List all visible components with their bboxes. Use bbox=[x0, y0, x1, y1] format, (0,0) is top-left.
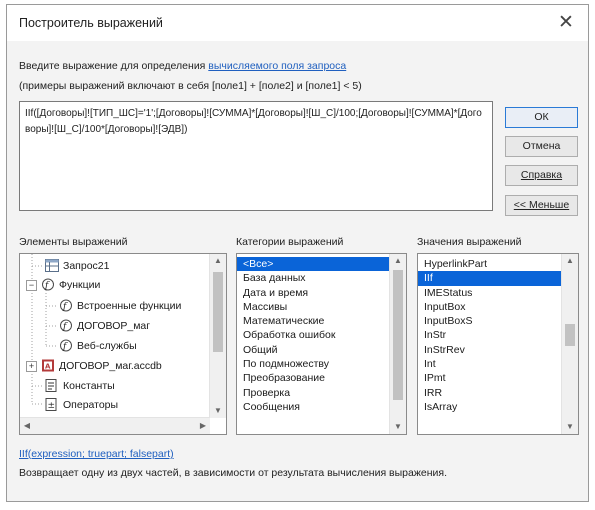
elements-vertical-scrollbar[interactable]: ▲ ▼ bbox=[209, 254, 226, 418]
scroll-thumb[interactable] bbox=[393, 270, 403, 400]
elements-label: Элементы выражений bbox=[19, 236, 128, 248]
category-item[interactable]: Массивы bbox=[237, 300, 406, 314]
scroll-right-icon[interactable]: ▶ bbox=[196, 418, 210, 434]
tree-item-label: Веб-службы bbox=[77, 340, 137, 352]
scroll-thumb[interactable] bbox=[565, 324, 575, 346]
title-bar: Построитель выражений ✕ bbox=[7, 5, 588, 41]
scroll-up-icon[interactable]: ▲ bbox=[562, 254, 578, 268]
function-icon: f bbox=[60, 339, 72, 352]
tree-item-database[interactable]: + A ДОГОВОР_маг.accdb bbox=[20, 358, 212, 374]
value-item[interactable]: InStr bbox=[418, 328, 578, 342]
value-item[interactable]: HyperlinkPart bbox=[418, 257, 578, 271]
values-list[interactable]: HyperlinkPart IIf IMEStatus InputBox Inp… bbox=[417, 253, 579, 435]
database-icon: A bbox=[42, 359, 54, 372]
category-item[interactable]: Преобразование bbox=[237, 371, 406, 385]
ok-button[interactable]: ОК bbox=[505, 107, 578, 128]
tree-item-dogovor-functions[interactable]: f ДОГОВОР_маг bbox=[20, 318, 212, 334]
scroll-up-icon[interactable]: ▲ bbox=[210, 254, 226, 268]
scroll-down-icon[interactable]: ▼ bbox=[210, 404, 226, 418]
tree-item-label: Запрос21 bbox=[63, 260, 110, 272]
elements-horizontal-scrollbar[interactable]: ◀ ▶ bbox=[20, 417, 210, 434]
instruction-line-1: Введите выражение для определения вычисл… bbox=[19, 60, 346, 72]
value-item[interactable]: InStrRev bbox=[418, 343, 578, 357]
expression-builder-dialog: Построитель выражений ✕ Введите выражени… bbox=[6, 4, 589, 502]
function-icon: f bbox=[60, 299, 72, 312]
tree-item-label: Встроенные функции bbox=[77, 300, 182, 312]
category-item[interactable]: База данных bbox=[237, 271, 406, 285]
values-label: Значения выражений bbox=[417, 236, 522, 248]
tree-item-operators[interactable]: ± Операторы bbox=[20, 397, 210, 413]
tree-item-web-services[interactable]: f Веб-службы bbox=[20, 338, 212, 354]
scroll-up-icon[interactable]: ▲ bbox=[390, 254, 406, 268]
tree-item-label: Константы bbox=[63, 380, 115, 392]
categories-vertical-scrollbar[interactable]: ▲ ▼ bbox=[389, 254, 406, 434]
category-item[interactable]: Общий bbox=[237, 343, 406, 357]
svg-text:±: ± bbox=[48, 401, 56, 411]
value-item[interactable]: IsArray bbox=[418, 400, 578, 414]
tree-item-functions[interactable]: − f Функции bbox=[20, 277, 210, 293]
tree-item-builtin-functions[interactable]: f Встроенные функции bbox=[20, 298, 212, 314]
function-signature-link[interactable]: IIf(expression; truepart; falsepart) bbox=[19, 448, 174, 460]
tree-item-label: ДОГОВОР_маг.accdb bbox=[59, 360, 162, 372]
function-icon: f bbox=[60, 319, 72, 332]
value-item[interactable]: IMEStatus bbox=[418, 286, 578, 300]
values-vertical-scrollbar[interactable]: ▲ ▼ bbox=[561, 254, 578, 434]
help-button[interactable]: Справка bbox=[505, 165, 578, 186]
calculated-field-link[interactable]: вычисляемого поля запроса bbox=[208, 60, 346, 72]
category-item[interactable]: Сообщения bbox=[237, 400, 406, 414]
category-item[interactable]: Математические bbox=[237, 314, 406, 328]
operators-icon: ± bbox=[45, 398, 57, 411]
value-item[interactable]: IIf bbox=[418, 271, 578, 286]
constants-icon bbox=[45, 379, 57, 392]
category-item[interactable]: По подмножеству bbox=[237, 357, 406, 371]
help-button-label: Справка bbox=[520, 169, 563, 181]
scroll-left-icon[interactable]: ◀ bbox=[20, 418, 34, 434]
functions-icon: f bbox=[42, 278, 54, 291]
instruction-line-2: (примеры выражений включают в себя [поле… bbox=[19, 80, 362, 92]
value-item[interactable]: IPmt bbox=[418, 371, 578, 385]
tree-item-label: Функции bbox=[59, 279, 101, 291]
tree-item-label: Операторы bbox=[63, 399, 119, 411]
tree-item-constants[interactable]: Константы bbox=[20, 378, 210, 394]
scroll-down-icon[interactable]: ▼ bbox=[562, 420, 578, 434]
categories-list[interactable]: <Все> База данных Дата и время Массивы М… bbox=[236, 253, 407, 435]
category-item[interactable]: Дата и время bbox=[237, 286, 406, 300]
less-button-label: << Меньше bbox=[513, 199, 570, 211]
instruction-text: Введите выражение для определения bbox=[19, 60, 209, 72]
tree-item-query[interactable]: Запрос21 bbox=[20, 258, 210, 274]
scroll-down-icon[interactable]: ▼ bbox=[390, 420, 406, 434]
tree-item-label: ДОГОВОР_маг bbox=[77, 320, 151, 332]
value-item[interactable]: Int bbox=[418, 357, 578, 371]
expression-editor[interactable]: IIf([Договоры]![ТИП_ШС]='1';[Договоры]![… bbox=[19, 101, 493, 211]
category-item[interactable]: Проверка bbox=[237, 386, 406, 400]
expand-icon[interactable]: + bbox=[26, 361, 37, 372]
category-item[interactable]: Обработка ошибок bbox=[237, 328, 406, 342]
elements-tree[interactable]: Запрос21 − f Функции f Встроенные функци… bbox=[19, 253, 227, 435]
cancel-button[interactable]: Отмена bbox=[505, 136, 578, 157]
scroll-thumb[interactable] bbox=[213, 272, 223, 352]
categories-label: Категории выражений bbox=[236, 236, 344, 248]
collapse-icon[interactable]: − bbox=[26, 280, 37, 291]
dialog-title: Построитель выражений bbox=[19, 16, 163, 30]
value-item[interactable]: InputBox bbox=[418, 300, 578, 314]
query-icon bbox=[45, 259, 59, 272]
svg-text:A: A bbox=[45, 363, 51, 371]
category-item[interactable]: <Все> bbox=[237, 257, 406, 272]
less-button[interactable]: << Меньше bbox=[505, 195, 578, 216]
value-item[interactable]: IRR bbox=[418, 386, 578, 400]
function-description: Возвращает одну из двух частей, в зависи… bbox=[19, 467, 447, 479]
value-item[interactable]: InputBoxS bbox=[418, 314, 578, 328]
close-icon[interactable]: ✕ bbox=[554, 11, 578, 35]
